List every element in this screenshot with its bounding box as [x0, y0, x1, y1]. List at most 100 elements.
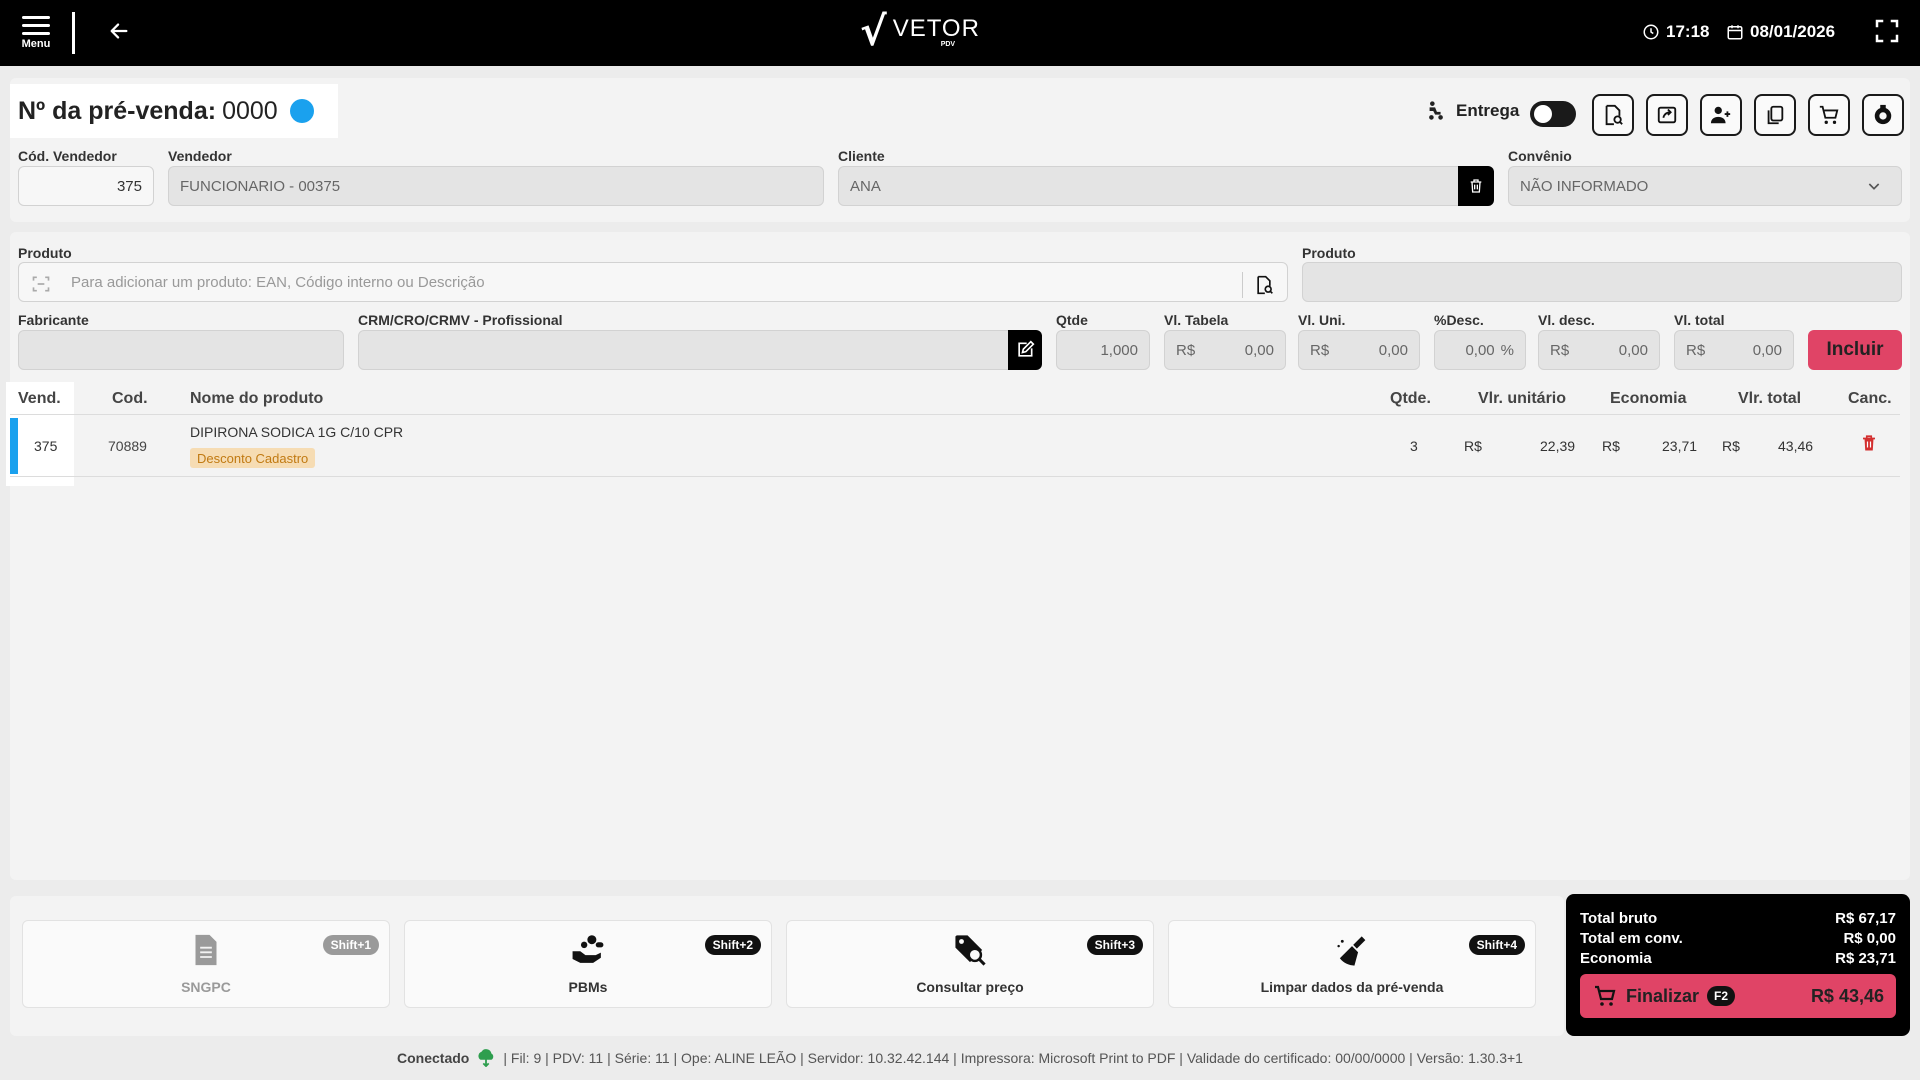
col-header-total: Vlr. total: [1738, 390, 1802, 407]
action-label: Consultar preço: [916, 979, 1024, 995]
menu-button[interactable]: Menu: [16, 12, 56, 56]
price-tag-search-icon: [955, 935, 986, 966]
divider: [10, 476, 1900, 477]
logo-subtext: PDV: [940, 40, 956, 48]
gross-total-row: Total bruto R$ 67,17: [1580, 910, 1896, 927]
hamburger-icon: [22, 16, 50, 35]
row-unit-currency: R$: [1464, 438, 1482, 454]
delivery-icon: [1429, 101, 1443, 120]
col-header-cancel: Canc.: [1848, 390, 1892, 407]
fullscreen-icon[interactable]: [1872, 16, 1904, 48]
product-search-placeholder: Para adicionar um produto: EAN, Código i…: [71, 273, 485, 291]
col-header-unit: Vlr. unitário: [1478, 390, 1567, 407]
agreement-total-label: Total em conv.: [1580, 930, 1683, 947]
client-field[interactable]: ANA: [838, 166, 1460, 206]
gross-total-label: Total bruto: [1580, 910, 1658, 927]
document-search-icon: [1257, 275, 1273, 295]
broom-icon: [1337, 936, 1366, 966]
sngpc-button[interactable]: Shift+1 SNGPC: [22, 920, 390, 1008]
seller-field: FUNCIONARIO - 00375: [168, 166, 824, 206]
unit-price-value: 0,00: [1378, 341, 1408, 359]
qty-label: Qtde: [1056, 312, 1088, 328]
professional-label: CRM/CRO/CRMV - Profissional: [358, 312, 563, 328]
total-field: R$ 0,00: [1674, 330, 1794, 370]
col-header-saving: Economia: [1610, 390, 1687, 407]
cart-icon: [1595, 985, 1616, 1006]
cloud-connected-icon: [478, 1049, 494, 1067]
menu-label: Menu: [21, 38, 51, 50]
search-document-button[interactable]: [1592, 94, 1634, 136]
delivery-label: Entrega: [1456, 101, 1520, 120]
row-qty: 3: [1410, 438, 1418, 454]
add-user-icon: [1710, 106, 1731, 124]
app-logo: √ VETOR PDV: [860, 12, 980, 52]
delivery-toggle[interactable]: [1530, 101, 1576, 127]
check-price-button[interactable]: Shift+3 Consultar preço: [786, 920, 1154, 1008]
clock-icon: [1643, 24, 1659, 40]
include-button[interactable]: Incluir: [1808, 330, 1902, 370]
finish-label: Finalizar: [1626, 985, 1700, 1006]
product-search-button[interactable]: [1250, 272, 1278, 298]
clock: 17:18: [1642, 22, 1709, 42]
col-header-qty: Qtde.: [1390, 390, 1431, 407]
saving-total-row: Economia R$ 23,71: [1580, 950, 1896, 967]
logo-mark-icon: √: [860, 9, 887, 55]
chevron-down-icon[interactable]: [1866, 178, 1882, 194]
status-dot: [289, 99, 314, 123]
percent-sign: %: [1500, 341, 1514, 359]
unit-price-label: Vl. Uni.: [1298, 312, 1346, 328]
currency-label: R$: [1550, 341, 1570, 359]
unit-price-field[interactable]: R$ 0,00: [1298, 330, 1420, 370]
hand-pills-icon: [572, 935, 604, 963]
add-client-button[interactable]: [1700, 94, 1742, 136]
discount-value-value: 0,00: [1618, 341, 1648, 359]
cart-button[interactable]: [1808, 94, 1850, 136]
date-text: 08/01/2026: [1750, 22, 1836, 41]
delivery-label-group: Entrega: [1424, 100, 1519, 122]
agreement-select[interactable]: NÃO INFORMADO: [1508, 166, 1902, 206]
presale-value: 0000: [222, 96, 278, 125]
action-label: SNGPC: [181, 979, 231, 995]
shortcut-badge: Shift+3: [1086, 935, 1143, 955]
presale-number: Nº da pré-venda: 0000: [10, 84, 338, 138]
discount-tag-icon: [1874, 104, 1892, 125]
time-text: 17:18: [1666, 22, 1710, 41]
shortcut-badge: Shift+1: [322, 935, 379, 955]
discount-pct-field[interactable]: 0,00 %: [1434, 330, 1526, 370]
client-value: ANA: [850, 177, 881, 195]
clear-client-button[interactable]: [1458, 166, 1494, 206]
row-saving: 23,71: [1662, 438, 1698, 454]
product-search-input[interactable]: Para adicionar um produto: EAN, Código i…: [18, 262, 1288, 302]
row-vend: 375: [34, 438, 58, 454]
edit-pencil-icon: [1018, 340, 1035, 357]
seller-code-label: Cód. Vendedor: [18, 148, 117, 164]
divider: [10, 414, 1900, 415]
row-selected-indicator: [10, 418, 18, 474]
share-button[interactable]: [1646, 94, 1688, 136]
back-arrow-icon[interactable]: [104, 18, 134, 48]
agreement-total-value: R$ 0,00: [1843, 930, 1896, 947]
discount-pct-label: %Desc.: [1434, 312, 1484, 328]
top-bar: Menu √ VETOR PDV 17:18 08/01/2026: [0, 0, 1920, 66]
discount-button[interactable]: [1862, 94, 1904, 136]
seller-code-value: 375: [116, 177, 142, 195]
product-info-label: Produto: [1302, 245, 1356, 261]
finish-button[interactable]: Finalizar F2 R$ 43,46: [1580, 974, 1896, 1018]
edit-professional-button[interactable]: [1008, 330, 1042, 370]
discount-badge: Desconto Cadastro: [190, 448, 316, 468]
discount-value-field[interactable]: R$ 0,00: [1538, 330, 1660, 370]
barcode-scan-icon[interactable]: [30, 274, 52, 294]
clear-presale-button[interactable]: Shift+4 Limpar dados da pré-venda: [1168, 920, 1536, 1008]
copy-button[interactable]: [1754, 94, 1796, 136]
saving-total-value: R$ 23,71: [1835, 950, 1896, 967]
shortcut-badge: F2: [1707, 986, 1736, 1006]
copy-icon: [1767, 105, 1784, 125]
row-cod: 70889: [108, 438, 147, 454]
pbms-button[interactable]: Shift+2 PBMs: [404, 920, 772, 1008]
share-icon: [1657, 106, 1677, 124]
seller-code-field[interactable]: 375: [18, 166, 154, 206]
qty-field[interactable]: 1,000: [1056, 330, 1150, 370]
document-icon: [195, 934, 217, 966]
delete-item-icon[interactable]: [1860, 433, 1878, 453]
date: 08/01/2026: [1726, 22, 1835, 42]
